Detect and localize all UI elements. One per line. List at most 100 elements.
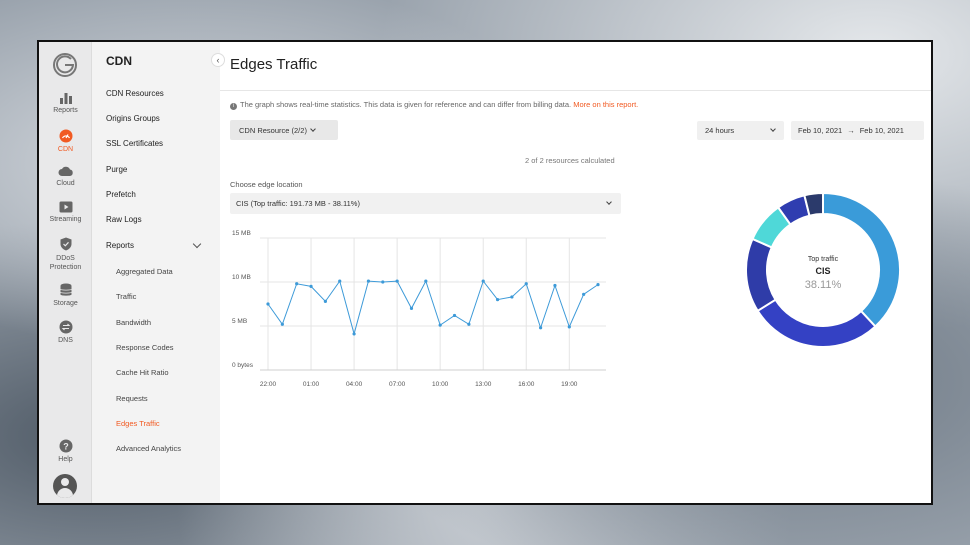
donut-slice-2 — [745, 237, 777, 313]
sidebar-sub-bandwidth[interactable]: Bandwidth — [116, 318, 151, 327]
x-tick-label: 16:00 — [518, 381, 535, 388]
data-point — [467, 322, 471, 326]
nav-cdn-label: CDN — [57, 146, 74, 153]
shield-icon — [60, 237, 71, 251]
x-tick-label: 07:00 — [389, 381, 406, 388]
y-tick-label: 15 MB — [232, 230, 251, 237]
app-window: Reports CDN Cloud Streaming DDoS Protect… — [37, 40, 933, 505]
data-point — [452, 313, 457, 318]
play-icon — [59, 201, 72, 213]
bar-chart-icon — [59, 93, 72, 104]
sidebar-sub-cache-hit-ratio[interactable]: Cache Hit Ratio — [116, 368, 169, 377]
data-point — [524, 282, 528, 286]
icon-sidebar: Reports CDN Cloud Streaming DDoS Protect… — [39, 42, 92, 503]
sidebar-title: CDN — [106, 54, 132, 68]
time-range-select[interactable]: 24 hours — [697, 121, 784, 140]
nav-streaming-label: Streaming — [49, 216, 82, 223]
donut-center-label: Top traffic — [807, 256, 839, 263]
x-tick-label: 22:00 — [260, 381, 277, 388]
data-point — [582, 292, 586, 296]
data-point — [266, 302, 270, 306]
user-avatar-icon[interactable] — [53, 474, 77, 498]
data-point — [409, 306, 414, 310]
database-icon — [59, 283, 72, 296]
data-point — [567, 325, 571, 329]
data-point — [553, 283, 557, 288]
data-point — [295, 282, 299, 286]
x-tick-label: 01:00 — [303, 381, 320, 388]
data-point — [438, 323, 442, 327]
donut-center-value: 38.11% — [804, 279, 842, 291]
y-tick-label: 10 MB — [232, 274, 251, 281]
data-point — [381, 280, 385, 284]
data-point — [395, 279, 399, 283]
nav-storage[interactable]: Storage — [39, 283, 92, 307]
sidebar-item-cdn-resources[interactable]: CDN Resources — [106, 89, 164, 98]
traffic-line-chart: 15 MB 10 MB 5 MB 0 bytes 22:00 01:00 04:00 07:0… — [232, 230, 606, 388]
edge-location-label: Choose edge location — [230, 180, 303, 189]
chevron-down-icon — [310, 126, 316, 132]
sidebar-item-raw-logs[interactable]: Raw Logs — [106, 215, 142, 224]
sidebar-item-ssl-certificates[interactable]: SSL Certificates — [106, 139, 163, 148]
sidebar-sub-requests[interactable]: Requests — [116, 394, 148, 403]
date-from: Feb 10, 2021 — [798, 126, 843, 135]
divider — [220, 90, 931, 91]
nav-dns[interactable]: DNS — [39, 320, 92, 344]
nav-cloud-label: Cloud — [56, 180, 75, 187]
nav-dns-label: DNS — [58, 337, 73, 344]
cdn-speed-icon — [59, 129, 72, 143]
sidebar-sub-advanced-analytics[interactable]: Advanced Analytics — [116, 444, 181, 453]
data-point — [495, 298, 500, 302]
chevron-down-icon[interactable] — [192, 239, 202, 249]
cdn-resource-label: CDN Resource (2/2) — [239, 126, 307, 135]
page-title: Edges Traffic — [230, 56, 318, 73]
nav-cdn[interactable]: CDN — [39, 129, 92, 153]
date-range-picker[interactable]: Feb 10, 2021 → Feb 10, 2021 — [791, 121, 924, 140]
x-tick-label: 04:00 — [346, 381, 363, 388]
data-point — [539, 326, 543, 330]
nav-help-label: Help — [58, 456, 73, 463]
nav-cloud[interactable]: Cloud — [39, 166, 92, 187]
data-point — [323, 299, 327, 303]
data-point — [366, 279, 371, 283]
y-tick-label: 0 bytes — [232, 362, 254, 369]
edge-location-value: CIS (Top traffic: 191.73 MB - 38.11%) — [236, 199, 360, 208]
nav-reports-label: Reports — [53, 107, 78, 114]
data-point — [424, 279, 428, 283]
data-point — [510, 295, 514, 299]
main-content: Edges Traffic i The graph shows real-time… — [220, 42, 931, 503]
info-text: The graph shows real-time statistics. Th… — [240, 100, 572, 109]
sidebar-sub-aggregated-data[interactable]: Aggregated Data — [116, 267, 173, 276]
nav-help[interactable]: ? Help — [39, 439, 92, 463]
nav-ddos[interactable]: DDoS Protection — [39, 237, 92, 272]
dns-icon — [59, 320, 72, 334]
cdn-sidebar: CDN CDN Resources Origins Groups SSL Cer… — [92, 42, 220, 503]
gcore-logo-icon[interactable] — [52, 52, 78, 78]
info-icon: i — [230, 103, 237, 110]
svg-text:?: ? — [63, 441, 69, 451]
nav-streaming[interactable]: Streaming — [39, 201, 92, 223]
data-point — [280, 322, 284, 326]
nav-reports[interactable]: Reports — [39, 92, 92, 114]
data-point — [338, 279, 342, 283]
more-info-link[interactable]: More on this report. — [573, 100, 638, 109]
data-point — [309, 284, 313, 288]
cdn-resource-dropdown[interactable]: CDN Resource (2/2) — [230, 120, 338, 140]
sidebar-item-reports[interactable]: Reports — [106, 241, 134, 250]
data-point — [596, 283, 600, 287]
sidebar-item-origins-groups[interactable]: Origins Groups — [106, 114, 160, 123]
sidebar-item-purge[interactable]: Purge — [106, 165, 127, 174]
info-notice: i The graph shows real-time statistics. T… — [230, 100, 638, 110]
sidebar-item-prefetch[interactable]: Prefetch — [106, 190, 136, 199]
sidebar-sub-traffic[interactable]: Traffic — [116, 292, 136, 301]
donut-slice-1 — [756, 298, 877, 348]
x-tick-label: 10:00 — [432, 381, 449, 388]
edge-location-select[interactable]: CIS (Top traffic: 191.73 MB - 38.11%) — [230, 193, 621, 214]
arrow-right-icon: → — [847, 126, 855, 135]
x-tick-label: 13:00 — [475, 381, 492, 388]
resources-calculated-status: 2 of 2 resources calculated — [525, 156, 615, 165]
sidebar-sub-edges-traffic[interactable]: Edges Traffic — [116, 419, 160, 428]
nav-storage-label: Storage — [53, 300, 78, 307]
help-icon: ? — [59, 439, 72, 453]
sidebar-sub-response-codes[interactable]: Response Codes — [116, 343, 174, 352]
